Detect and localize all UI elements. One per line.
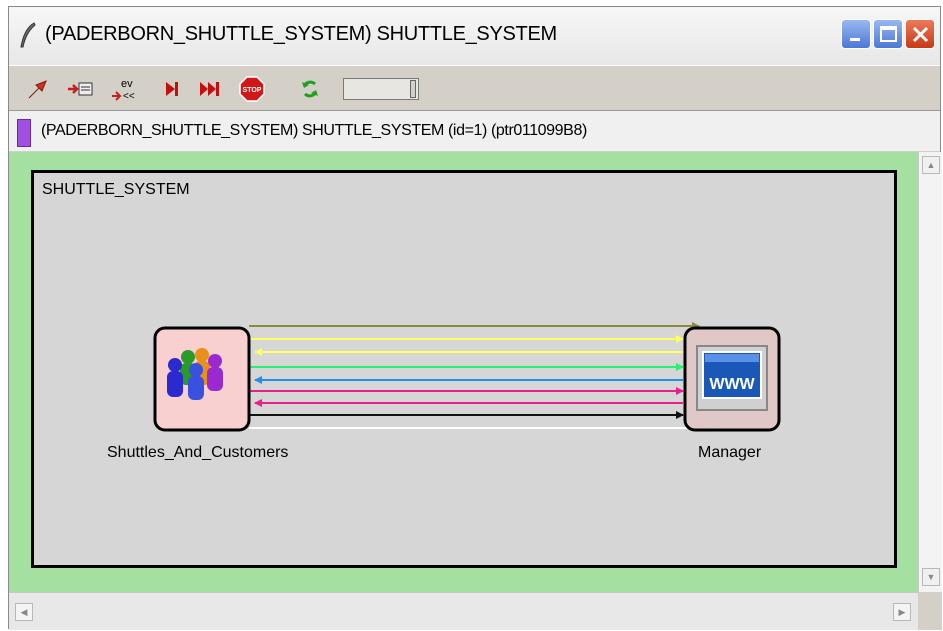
- message-arrows: [249, 322, 726, 432]
- speed-slider[interactable]: [343, 78, 419, 100]
- application-window: (PADERBORN_SHUTTLE_SYSTEM) SHUTTLE_SYSTE…: [8, 6, 942, 630]
- node-label-shuttles: Shuttles_And_Customers: [107, 444, 289, 461]
- svg-text:STOP: STOP: [243, 87, 262, 94]
- vertical-scrollbar[interactable]: ▲ ▼: [918, 152, 942, 592]
- diagram-canvas: SHUTTLE_SYSTEM WWW Shuttles_And_Customer…: [9, 152, 918, 592]
- fast-forward-button[interactable]: [197, 74, 227, 104]
- scroll-left-button[interactable]: ◀: [15, 603, 33, 621]
- red-arrow-icon: [28, 80, 47, 99]
- svg-text:ev: ev: [121, 78, 133, 90]
- object-path-text: (PADERBORN_SHUTTLE_SYSTEM) SHUTTLE_SYSTE…: [41, 122, 587, 139]
- connections: WWW: [153, 322, 781, 432]
- fast-forward-icon: [200, 82, 219, 96]
- maximize-icon: [880, 26, 897, 42]
- step-button[interactable]: [157, 74, 187, 104]
- refresh-button[interactable]: [295, 74, 325, 104]
- refresh-icon: [302, 80, 318, 98]
- svg-text:WWW: WWW: [709, 376, 755, 393]
- close-button[interactable]: [905, 19, 935, 49]
- step-icon: [166, 82, 178, 96]
- stop-icon: STOP: [239, 76, 265, 102]
- maximize-button[interactable]: [873, 19, 903, 49]
- node-manager[interactable]: WWW: [683, 326, 781, 432]
- feather-icon: [20, 22, 36, 48]
- insert-event-icon: [68, 82, 93, 96]
- object-color-marker: [17, 119, 31, 147]
- toolbar: ev << STOP: [9, 65, 940, 108]
- scrollbar-corner: [918, 592, 942, 630]
- event-history-icon: ev <<: [112, 78, 135, 102]
- node-shuttles-and-customers[interactable]: [153, 326, 251, 432]
- close-icon: [912, 26, 929, 43]
- insert-event-button[interactable]: [65, 74, 95, 104]
- stop-button[interactable]: STOP: [237, 74, 267, 104]
- scroll-up-button[interactable]: ▲: [922, 156, 940, 174]
- minimize-icon: [850, 38, 860, 41]
- event-history-button[interactable]: ev <<: [109, 74, 139, 104]
- node-label-manager: Manager: [698, 444, 762, 461]
- horizontal-scrollbar[interactable]: ◀ ▶: [9, 592, 918, 630]
- scroll-down-button[interactable]: ▼: [922, 568, 940, 586]
- slider-thumb[interactable]: [410, 80, 416, 98]
- svg-text:<<: <<: [123, 91, 135, 102]
- window-title: (PADERBORN_SHUTTLE_SYSTEM) SHUTTLE_SYSTE…: [45, 23, 557, 45]
- www-monitor-icon: WWW: [696, 345, 768, 411]
- scroll-right-button[interactable]: ▶: [893, 603, 911, 621]
- object-path-bar: (PADERBORN_SHUTTLE_SYSTEM) SHUTTLE_SYSTE…: [9, 110, 940, 151]
- minimize-button[interactable]: [841, 19, 871, 49]
- red-arrow-button[interactable]: [23, 74, 53, 104]
